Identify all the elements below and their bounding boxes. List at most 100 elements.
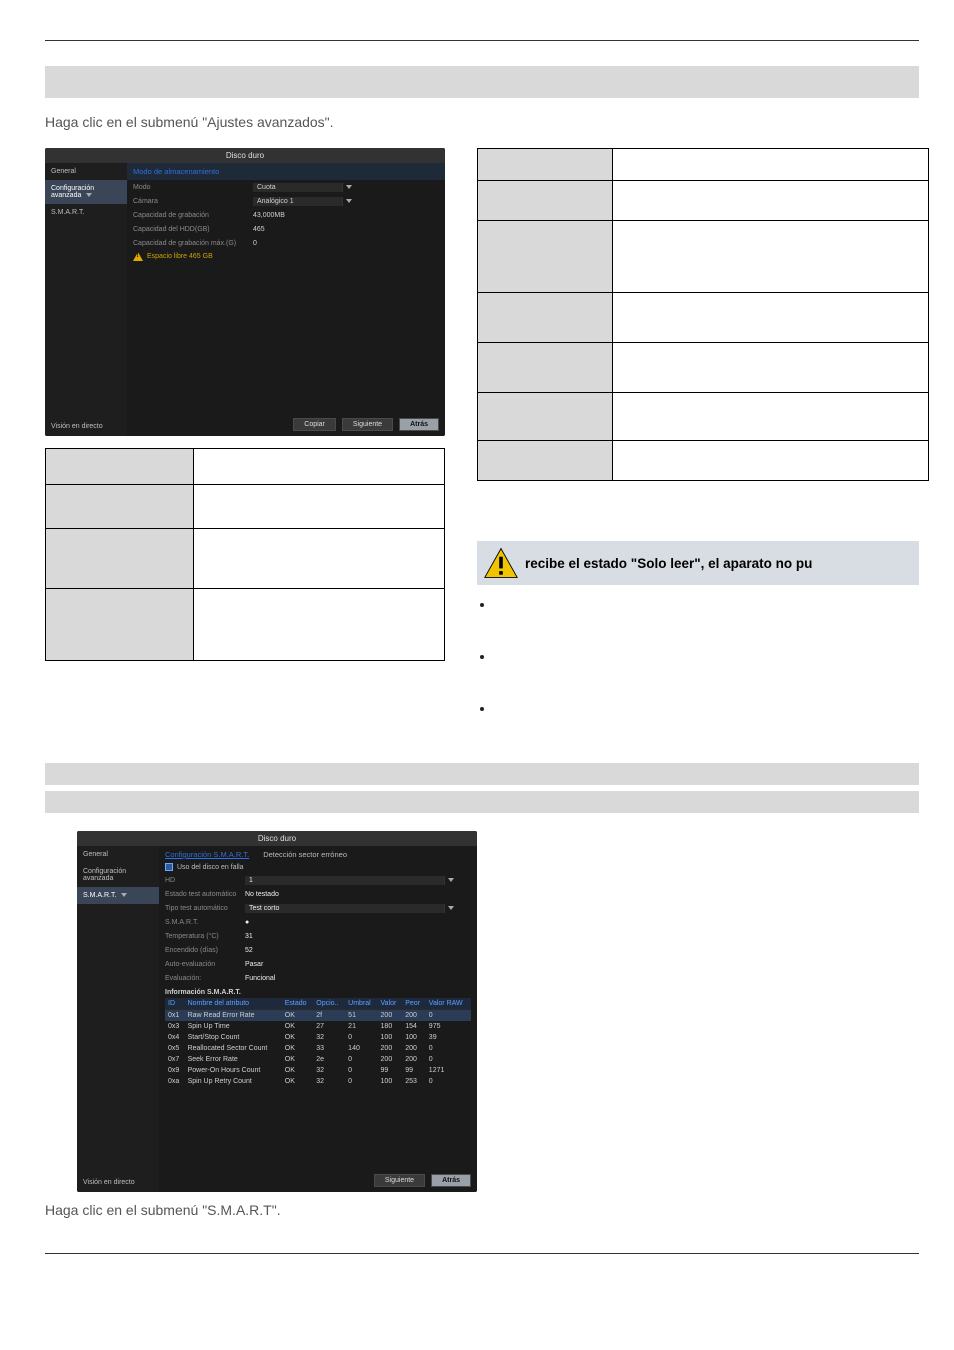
table-cell: 0 — [426, 1010, 471, 1022]
table-cell-value — [194, 589, 445, 661]
sidebar: General Configuración avanzada S.M.A.R.T… — [45, 163, 127, 436]
value-selfeval: Pasar — [245, 961, 263, 968]
select-mode[interactable]: Cuota — [253, 183, 343, 192]
select-camera[interactable]: Analógico 1 — [253, 197, 343, 206]
right-params-table — [477, 148, 929, 481]
table-cell-label — [478, 149, 613, 181]
table-cell: OK — [282, 1065, 313, 1076]
table-header: Opcio.. — [313, 998, 345, 1010]
table-cell: 99 — [378, 1065, 403, 1076]
smart-attributes-table: IDNombre del atributoEstadoOpcio..Umbral… — [165, 998, 471, 1087]
table-cell: 0 — [345, 1076, 377, 1087]
table-cell: 0x9 — [165, 1065, 185, 1076]
table-cell: 32 — [313, 1032, 345, 1043]
select-autotest-type[interactable]: Test corto — [245, 904, 445, 913]
table-cell: 200 — [378, 1010, 403, 1022]
table-row[interactable]: 0x3Spin Up TimeOK2721180154975 — [165, 1021, 471, 1032]
chevron-down-icon — [448, 906, 454, 910]
table-cell-label — [478, 343, 613, 393]
table-cell: 975 — [426, 1021, 471, 1032]
label-rec-max: Capacidad de grabación máx.(G) — [133, 240, 253, 247]
table-cell: 0 — [345, 1065, 377, 1076]
table-cell: 100 — [378, 1076, 403, 1087]
save-button[interactable]: Siguiente — [342, 418, 393, 431]
table-cell-label — [478, 441, 613, 481]
warning-icon — [133, 252, 143, 261]
value-rec-max: 0 — [253, 240, 257, 247]
table-row[interactable]: 0xaSpin Up Retry CountOK3201002530 — [165, 1076, 471, 1087]
table-cell: 32 — [313, 1076, 345, 1087]
right-bullet-list — [495, 597, 919, 753]
table-header: Peor — [402, 998, 426, 1010]
label-eval: Evaluación: — [165, 975, 245, 982]
tab-bad-sector[interactable]: Detección sector erróneo — [263, 850, 347, 859]
copy-button[interactable]: Copiar — [293, 418, 336, 431]
table-cell: 0 — [345, 1054, 377, 1065]
sidebar-item-smart[interactable]: S.M.A.R.T. — [45, 204, 127, 221]
chevron-down-icon — [346, 199, 352, 203]
table-cell: 1271 — [426, 1065, 471, 1076]
table-cell: 0 — [426, 1076, 471, 1087]
table-row[interactable]: 0x4Start/Stop CountOK32010010039 — [165, 1032, 471, 1043]
table-cell: 32 — [313, 1065, 345, 1076]
table-cell: OK — [282, 1043, 313, 1054]
value-poweron: 52 — [245, 947, 253, 954]
table-cell: 2e — [313, 1054, 345, 1065]
sidebar-item-general[interactable]: General — [45, 163, 127, 180]
table-header: Nombre del atributo — [185, 998, 282, 1010]
left-params-table — [45, 448, 445, 661]
back-button[interactable]: Atrás — [399, 418, 439, 431]
sidebar: General Configuración avanzada S.M.A.R.T… — [77, 846, 159, 1192]
table-cell-label — [478, 181, 613, 221]
chevron-down-icon — [86, 193, 92, 197]
table-cell: 99 — [402, 1065, 426, 1076]
label-hdd-capacity: Capacidad del HDD(GB) — [133, 226, 253, 233]
back-button[interactable]: Atrás — [431, 1174, 471, 1187]
sidebar-item-advanced[interactable]: Configuración avanzada — [77, 863, 159, 887]
select-hd[interactable]: 1 — [245, 876, 445, 885]
table-row[interactable]: 0x9Power-On Hours CountOK32099991271 — [165, 1065, 471, 1076]
table-row[interactable]: 0x7Seek Error RateOK2e02002000 — [165, 1054, 471, 1065]
tab-storage-mode[interactable]: Modo de almacenamiento — [127, 163, 445, 180]
table-header: Valor — [378, 998, 403, 1010]
section-header-bar-2a — [45, 763, 919, 785]
sidebar-item-live[interactable]: Visión en directo — [77, 1174, 159, 1192]
label-hd: HD — [165, 877, 245, 884]
value-smart[interactable]: ● — [245, 919, 249, 926]
bottom-rule — [45, 1253, 919, 1254]
table-cell-value — [613, 149, 929, 181]
table-cell: 100 — [402, 1032, 426, 1043]
label-rec-capacity: Capacidad de grabación — [133, 212, 253, 219]
table-cell: 0x4 — [165, 1032, 185, 1043]
sidebar-item-advanced[interactable]: Configuración avanzada — [45, 180, 127, 204]
sidebar-item-smart[interactable]: S.M.A.R.T. — [77, 887, 159, 904]
label-camera: Cámara — [133, 198, 253, 205]
table-cell-label — [478, 393, 613, 441]
use-disk-on-fail-checkbox[interactable] — [165, 863, 173, 871]
table-cell: 33 — [313, 1043, 345, 1054]
table-row[interactable]: 0x1Raw Read Error RateOK2f512002000 — [165, 1010, 471, 1022]
note-warning-block: recibe el estado "Solo leer", el aparato… — [477, 541, 919, 585]
table-cell: 0 — [426, 1054, 471, 1065]
table-cell: Spin Up Time — [185, 1021, 282, 1032]
save-button[interactable]: Siguiente — [374, 1174, 425, 1187]
chevron-down-icon — [121, 893, 127, 897]
table-cell: 39 — [426, 1032, 471, 1043]
tab-smart-config[interactable]: Configuración S.M.A.R.T. — [165, 850, 249, 859]
table-cell: 2f — [313, 1010, 345, 1022]
smart-info-header: Información S.M.A.R.T. — [159, 985, 477, 998]
table-cell: 154 — [402, 1021, 426, 1032]
section-header-bar-2b — [45, 791, 919, 813]
chevron-down-icon — [448, 878, 454, 882]
table-cell-value — [613, 441, 929, 481]
table-cell-label — [46, 529, 194, 589]
table-cell: Start/Stop Count — [185, 1032, 282, 1043]
table-cell: 0 — [345, 1032, 377, 1043]
sidebar-item-general[interactable]: General — [77, 846, 159, 863]
bullet-item — [495, 649, 919, 701]
label-mode: Modo — [133, 184, 253, 191]
sidebar-item-live[interactable]: Visión en directo — [45, 418, 127, 436]
table-cell: 21 — [345, 1021, 377, 1032]
table-row[interactable]: 0x5Reallocated Sector CountOK33140200200… — [165, 1043, 471, 1054]
app-screenshot-1: Disco duro General Configuración avanzad… — [45, 148, 445, 436]
